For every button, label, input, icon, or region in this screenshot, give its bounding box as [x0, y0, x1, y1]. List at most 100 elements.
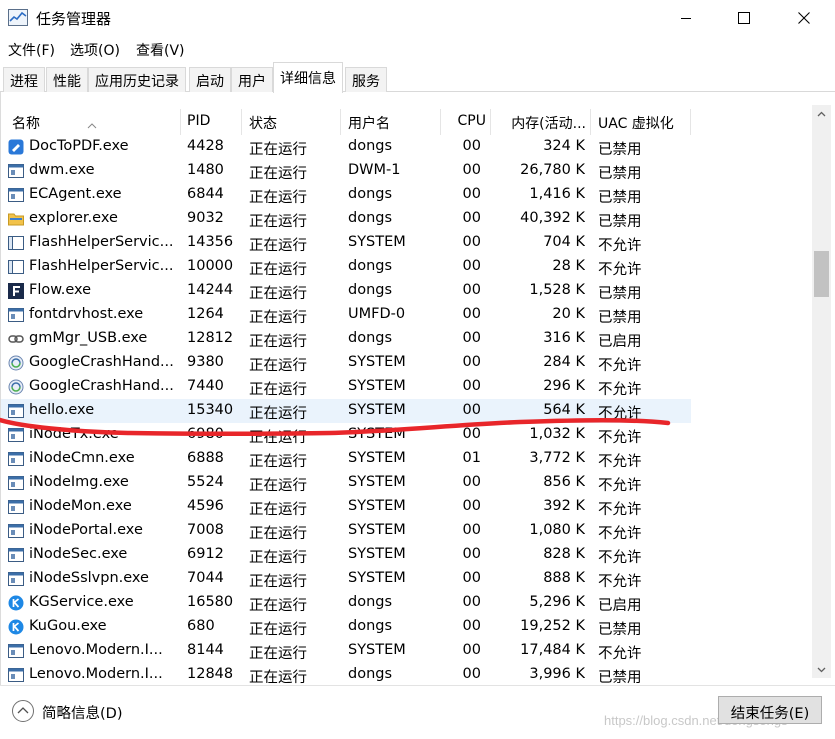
cell-name: Lenovo.Modern.I... [29, 666, 163, 682]
cell-pid: 10000 [187, 258, 234, 274]
cell-cpu: 00 [462, 258, 481, 274]
cell-pid: 12812 [187, 330, 234, 346]
fewer-details-link[interactable]: 简略信息(D) [42, 702, 122, 723]
cell-pid: 1480 [187, 162, 224, 178]
cell-uac: 已启用 [598, 334, 642, 350]
process-row[interactable]: iNodeMon.exe 4596 正在运行 SYSTEM 00 392 K 不允许 [1, 495, 691, 519]
column-pid[interactable]: PID [181, 109, 242, 135]
cell-user: SYSTEM [348, 450, 406, 466]
cell-status: 正在运行 [249, 382, 307, 398]
tab-processes[interactable]: 进程 [3, 67, 45, 92]
cell-uac: 不允许 [598, 550, 642, 566]
process-row[interactable]: hello.exe 15340 正在运行 SYSTEM 00 564 K 不允许 [1, 399, 691, 423]
cell-user: SYSTEM [348, 546, 406, 562]
process-row[interactable]: explorer.exe 9032 正在运行 dongs 00 40,392 K 已禁用 [1, 207, 691, 231]
tab-users[interactable]: 用户 [231, 67, 273, 92]
app-window-icon [8, 307, 24, 323]
menu-options[interactable]: 选项(O) [70, 40, 120, 60]
scroll-down-button[interactable] [812, 661, 831, 678]
process-row[interactable]: FlashHelperServic... 14356 正在运行 SYSTEM 00 704… [1, 231, 691, 255]
cell-cpu: 00 [462, 570, 481, 586]
cell-name: GoogleCrashHand... [29, 378, 174, 394]
vertical-scrollbar[interactable] [812, 105, 831, 678]
process-row[interactable]: iNodeCmn.exe 6888 正在运行 SYSTEM 01 3,772 K 不允许 [1, 447, 691, 471]
process-row[interactable]: iNodeImg.exe 5524 正在运行 SYSTEM 00 856 K 不允许 [1, 471, 691, 495]
cell-user: SYSTEM [348, 498, 406, 514]
cell-cpu: 00 [462, 474, 481, 490]
cell-status: 正在运行 [249, 454, 307, 470]
close-button[interactable] [775, 0, 833, 36]
app-window-icon [8, 475, 24, 491]
link-icon [8, 331, 24, 347]
process-row[interactable]: GoogleCrashHand... 7440 正在运行 SYSTEM 00 296 K 不… [1, 375, 691, 399]
process-row[interactable]: iNodePortal.exe 7008 正在运行 SYSTEM 00 1,080 K 不允… [1, 519, 691, 543]
cell-uac: 不允许 [598, 502, 642, 518]
menu-view[interactable]: 查看(V) [136, 40, 185, 60]
cell-status: 正在运行 [249, 310, 307, 326]
column-username[interactable]: 用户名 [341, 109, 441, 135]
cell-status: 正在运行 [249, 190, 307, 206]
cell-mem: 856 K [543, 474, 585, 490]
process-row[interactable]: Lenovo.Modern.I... 8144 正在运行 SYSTEM 00 17,484… [1, 639, 691, 663]
tab-performance[interactable]: 性能 [46, 67, 88, 92]
scroll-thumb[interactable] [814, 251, 829, 297]
maximize-button[interactable] [715, 0, 773, 36]
cell-name: iNodeSec.exe [29, 546, 128, 562]
cell-mem: 828 K [543, 546, 585, 562]
tab-services[interactable]: 服务 [345, 67, 387, 92]
cell-mem: 17,484 K [520, 642, 585, 658]
blue-doc-icon [8, 139, 24, 155]
collapse-circle-icon[interactable] [11, 699, 35, 723]
title-bar[interactable]: 任务管理器 [0, 0, 835, 36]
process-row[interactable]: GoogleCrashHand... 9380 正在运行 SYSTEM 00 284 K 不… [1, 351, 691, 375]
cell-cpu: 00 [462, 642, 481, 658]
process-row[interactable]: iNodeTx.exe 6980 正在运行 SYSTEM 00 1,032 K 不允许 [1, 423, 691, 447]
process-row[interactable]: gmMgr_USB.exe 12812 正在运行 dongs 00 316 K 已启用 [1, 327, 691, 351]
cell-status: 正在运行 [249, 262, 307, 278]
process-row[interactable]: iNodeSec.exe 6912 正在运行 SYSTEM 00 828 K 不允许 [1, 543, 691, 567]
cell-pid: 14244 [187, 282, 234, 298]
process-row[interactable]: dwm.exe 1480 正在运行 DWM-1 00 26,780 K 已禁用 [1, 159, 691, 183]
tab-details[interactable]: 详细信息 [273, 62, 343, 93]
menu-file[interactable]: 文件(F) [8, 40, 55, 60]
cell-name: gmMgr_USB.exe [29, 330, 148, 346]
end-task-button[interactable]: 结束任务(E) [718, 696, 822, 724]
cell-uac: 不允许 [598, 574, 642, 590]
process-row[interactable]: Lenovo.Modern.I... 12848 正在运行 dongs 00 3,996 … [1, 663, 691, 685]
column-status[interactable]: 状态 [242, 109, 341, 135]
process-row[interactable]: KuGou.exe 680 正在运行 dongs 00 19,252 K 已禁用 [1, 615, 691, 639]
cell-pid: 9380 [187, 354, 224, 370]
process-row[interactable]: DocToPDF.exe 4428 正在运行 dongs 00 324 K 已禁用 [1, 135, 691, 159]
cell-cpu: 01 [462, 450, 481, 466]
cell-pid: 6844 [187, 186, 224, 202]
process-row[interactable]: iNodeSslvpn.exe 7044 正在运行 SYSTEM 00 888 K 不允许 [1, 567, 691, 591]
column-memory[interactable]: 内存(活动... [491, 109, 591, 135]
cell-mem: 296 K [543, 378, 585, 394]
column-cpu[interactable]: CPU [441, 109, 491, 135]
cell-status: 正在运行 [249, 526, 307, 542]
tab-app-history[interactable]: 应用历史记录 [88, 67, 186, 92]
process-row[interactable]: ECAgent.exe 6844 正在运行 dongs 00 1,416 K 已禁用 [1, 183, 691, 207]
app-window-icon [8, 163, 24, 179]
scroll-up-button[interactable] [812, 105, 831, 122]
process-row[interactable]: KGService.exe 16580 正在运行 dongs 00 5,296 K 已启用 [1, 591, 691, 615]
cell-cpu: 00 [462, 354, 481, 370]
process-row[interactable]: fontdrvhost.exe 1264 正在运行 UMFD-0 00 20 K 已禁用 [1, 303, 691, 327]
cell-name: iNodeTx.exe [29, 426, 119, 442]
process-row[interactable]: FlashHelperServic... 10000 正在运行 dongs 00 28 K… [1, 255, 691, 279]
cell-pid: 16580 [187, 594, 234, 610]
kugou-k-icon [8, 619, 24, 635]
tab-startup[interactable]: 启动 [189, 67, 231, 92]
minimize-button[interactable] [657, 0, 715, 36]
column-name[interactable]: 名称 [1, 109, 181, 135]
window-title: 任务管理器 [36, 10, 112, 28]
details-panel: 名称 PID 状态 用户名 CPU 内存(活动... UAC 虚拟化 DocTo… [0, 92, 835, 685]
app-window-icon [8, 499, 24, 515]
cell-mem: 20 K [552, 306, 585, 322]
cell-cpu: 00 [462, 186, 481, 202]
column-uac[interactable]: UAC 虚拟化 [591, 109, 691, 135]
cell-mem: 316 K [543, 330, 585, 346]
process-row[interactable]: Flow.exe 14244 正在运行 dongs 00 1,528 K 已禁用 [1, 279, 691, 303]
cell-cpu: 00 [462, 402, 481, 418]
cell-cpu: 00 [462, 618, 481, 634]
